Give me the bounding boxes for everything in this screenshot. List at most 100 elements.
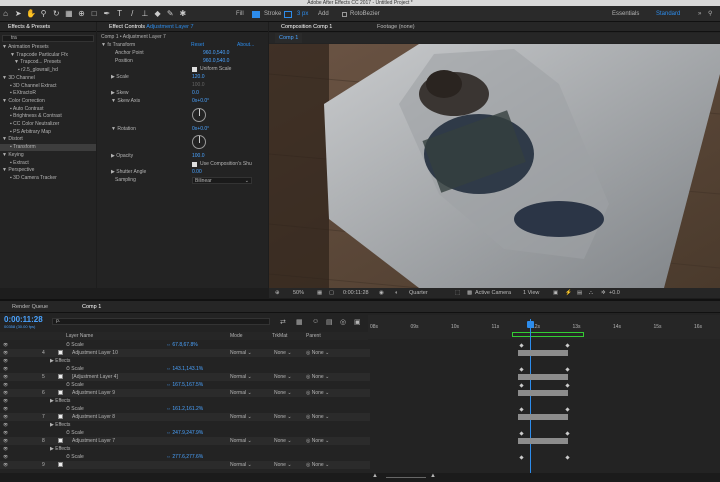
playhead-handle[interactable] bbox=[527, 321, 534, 328]
sampling-dropdown[interactable]: Bilinear ⌄ bbox=[192, 177, 252, 184]
keyframe[interactable] bbox=[519, 430, 524, 436]
layer-name[interactable]: Adjustment Layer 8 bbox=[72, 413, 115, 421]
home-icon[interactable]: ⌂ bbox=[1, 9, 10, 18]
roto-brush-icon[interactable]: ✎ bbox=[166, 9, 175, 18]
layer-label-swatch[interactable] bbox=[58, 350, 63, 355]
layer-row[interactable]: 👁 9 Normal ⌄ None ⌄ ◎ None ⌄ bbox=[0, 461, 370, 469]
about-link[interactable]: About... bbox=[237, 42, 254, 49]
rotate-tool-icon[interactable]: ↻ bbox=[52, 9, 61, 18]
property-value[interactable]: ⇔ 247.9,247.9% bbox=[166, 429, 203, 437]
visibility-eye-icon[interactable]: 👁 bbox=[3, 453, 8, 461]
layer-row[interactable]: 👁 5 Normal ⌄ None ⌄ ◎ None ⌄ [Adjustment Laye… bbox=[0, 373, 370, 381]
effects-item[interactable]: ▪ Brightness & Contrast bbox=[0, 113, 96, 120]
layer-trkmat-dropdown[interactable]: None ⌄ bbox=[274, 413, 292, 421]
visibility-eye-icon[interactable]: 👁 bbox=[3, 397, 8, 405]
workspace-essentials[interactable]: Essentials bbox=[612, 10, 639, 18]
layer-parent-dropdown[interactable]: ◎ None ⌄ bbox=[306, 461, 329, 469]
timeline-search-input[interactable]: ρ. bbox=[52, 318, 270, 325]
stroke-swatch[interactable] bbox=[284, 11, 292, 18]
layer-duration-bar[interactable] bbox=[518, 390, 568, 396]
search-help-icon[interactable]: ⚲ bbox=[708, 10, 712, 18]
property-value[interactable]: ⇔ 277.6,277.6% bbox=[166, 453, 203, 461]
header-layer-name[interactable]: Layer Name bbox=[66, 332, 93, 340]
layer-mode-dropdown[interactable]: Normal ⌄ bbox=[230, 461, 252, 469]
layer-label-swatch[interactable] bbox=[58, 438, 63, 443]
quality-dropdown[interactable]: Quarter bbox=[405, 288, 432, 298]
visibility-eye-icon[interactable]: 👁 bbox=[3, 445, 8, 453]
effects-category[interactable]: ▼ Perspective bbox=[0, 167, 96, 174]
comp-mini-flowchart-icon[interactable]: ⇄ bbox=[280, 318, 286, 326]
effects-category[interactable]: ▼ Distort bbox=[0, 136, 96, 143]
layer-mode-dropdown[interactable]: Normal ⌄ bbox=[230, 373, 252, 381]
visibility-eye-icon[interactable]: 👁 bbox=[3, 381, 8, 389]
layer-trkmat-dropdown[interactable]: None ⌄ bbox=[274, 461, 292, 469]
clone-tool-icon[interactable]: ⊥ bbox=[140, 9, 149, 18]
effects-group-row[interactable]: 👁 ▶ Effects bbox=[0, 357, 370, 365]
visibility-eye-icon[interactable]: 👁 bbox=[3, 389, 8, 397]
fill-label[interactable]: Fill bbox=[236, 10, 244, 18]
header-trkmat[interactable]: TrkMat bbox=[272, 332, 287, 340]
effects-item[interactable]: ▼ Trapcod... Presets bbox=[0, 59, 96, 66]
property-name[interactable]: ⏱ Scale bbox=[66, 341, 84, 349]
layer-trkmat-dropdown[interactable]: None ⌄ bbox=[274, 389, 292, 397]
scale-value[interactable]: 120.0 bbox=[192, 74, 205, 81]
layer-row[interactable]: 👁 4 Normal ⌄ None ⌄ ◎ None ⌄ Adjustment Layer… bbox=[0, 349, 370, 357]
property-value[interactable]: ⇔ 67.8,67.8% bbox=[166, 341, 198, 349]
rotobezier-checkbox[interactable] bbox=[342, 12, 347, 17]
skew-axis-value[interactable]: 0x+0.0° bbox=[192, 98, 209, 105]
effects-group-label[interactable]: ▶ Effects bbox=[50, 357, 70, 365]
workspace-menu-icon[interactable]: » bbox=[698, 10, 701, 18]
layer-parent-dropdown[interactable]: ◎ None ⌄ bbox=[306, 389, 329, 397]
layer-label-swatch[interactable] bbox=[58, 414, 63, 419]
visibility-eye-icon[interactable]: 👁 bbox=[3, 413, 8, 421]
zoom-dropdown[interactable]: 50% bbox=[289, 288, 308, 298]
visibility-eye-icon[interactable]: 👁 bbox=[3, 373, 8, 381]
layer-mode-dropdown[interactable]: Normal ⌄ bbox=[230, 413, 252, 421]
scale-label[interactable]: ▶ Scale bbox=[111, 74, 129, 81]
layer-duration-bar[interactable] bbox=[518, 414, 568, 420]
type-tool-icon[interactable]: T bbox=[115, 9, 124, 18]
effects-item[interactable]: ▪ EXtractoR bbox=[0, 90, 96, 97]
pen-tool-icon[interactable]: ✒ bbox=[102, 9, 111, 18]
header-mode[interactable]: Mode bbox=[230, 332, 243, 340]
zoom-out-icon[interactable]: ▲ bbox=[372, 473, 378, 479]
effects-category[interactable]: ▼ 3D Channel bbox=[0, 75, 96, 82]
skew-value[interactable]: 0.0 bbox=[192, 90, 199, 97]
opacity-value[interactable]: 100.0 bbox=[192, 153, 205, 160]
motion-blur-icon[interactable]: ◎ bbox=[340, 318, 346, 326]
fill-swatch[interactable] bbox=[252, 11, 260, 18]
effects-group-row[interactable]: 👁 ▶ Effects bbox=[0, 445, 370, 453]
effects-item[interactable]: ▪ Extract bbox=[0, 160, 96, 167]
reset-link[interactable]: Reset bbox=[191, 42, 204, 49]
effects-group-label[interactable]: ▶ Effects bbox=[50, 421, 70, 429]
layer-parent-dropdown[interactable]: ◎ None ⌄ bbox=[306, 373, 329, 381]
visibility-eye-icon[interactable]: 👁 bbox=[3, 461, 8, 469]
effects-item[interactable]: ▪ 3D Channel Extract bbox=[0, 83, 96, 90]
property-row[interactable]: 👁 ⏱ Scale ⇔ 143.1,143.1% bbox=[0, 365, 370, 373]
add-label[interactable]: Add bbox=[318, 10, 329, 18]
layer-parent-dropdown[interactable]: ◎ None ⌄ bbox=[306, 437, 329, 445]
frame-blending-icon[interactable]: ▤ bbox=[326, 318, 333, 326]
shutter-angle-value[interactable]: 0.00 bbox=[192, 169, 202, 176]
effects-item[interactable]: ▪ CC Color Neutralizer bbox=[0, 121, 96, 128]
zoom-tool-icon[interactable]: ⚲ bbox=[39, 9, 48, 18]
layer-label-swatch[interactable] bbox=[58, 390, 63, 395]
keyframe[interactable] bbox=[565, 454, 570, 460]
graph-editor-icon[interactable]: ▣ bbox=[354, 318, 361, 326]
snapshot-icon[interactable]: ◉ bbox=[375, 288, 388, 298]
rotation-label[interactable]: ▼ Rotation bbox=[111, 126, 136, 133]
rotation-dial[interactable] bbox=[192, 135, 206, 149]
effects-search-input[interactable]: tra bbox=[2, 35, 94, 42]
property-name[interactable]: ⏱ Scale bbox=[66, 453, 84, 461]
draft-3d-icon[interactable]: ▦ bbox=[296, 318, 303, 326]
shutter-angle-label[interactable]: ▶ Shutter Angle bbox=[111, 169, 146, 176]
layer-name[interactable]: Adjustment Layer 7 bbox=[72, 437, 115, 445]
layer-duration-bar[interactable] bbox=[518, 438, 568, 444]
layer-name[interactable]: Adjustment Layer 9 bbox=[72, 389, 115, 397]
views-dropdown[interactable]: 1 View bbox=[519, 288, 543, 298]
layer-trkmat-dropdown[interactable]: None ⌄ bbox=[274, 437, 292, 445]
visibility-eye-icon[interactable]: 👁 bbox=[3, 405, 8, 413]
subtab-comp-1[interactable]: Comp 1 bbox=[275, 33, 303, 43]
keyframe[interactable] bbox=[519, 366, 524, 372]
property-row[interactable]: 👁 ⏱ Scale ⇔ 67.8,67.8% bbox=[0, 341, 370, 349]
